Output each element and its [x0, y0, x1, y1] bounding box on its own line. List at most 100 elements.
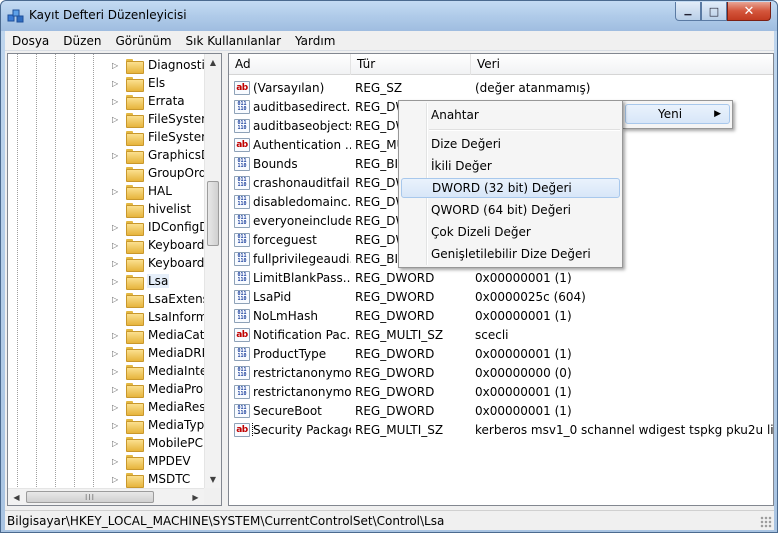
expand-icon[interactable]: ▷	[112, 475, 122, 484]
expand-icon[interactable]: ▷	[112, 97, 122, 106]
value-row[interactable]: abSecurity Packages REG_MULTI_SZ kerberos …	[229, 420, 773, 439]
expand-icon[interactable]: ▷	[112, 385, 122, 394]
menu-view[interactable]: Görünüm	[108, 31, 178, 51]
tree-item[interactable]: ▷ MediaReso	[112, 398, 214, 416]
submenu-qword-value[interactable]: QWORD (64 bit) Değeri	[401, 200, 620, 220]
close-button[interactable]: ✕	[727, 2, 771, 21]
tree-item[interactable]: ▷ Lsa	[112, 272, 170, 290]
expand-icon[interactable]: ▷	[112, 295, 122, 304]
value-row[interactable]: 011 110 NoLmHash REG_DWORD 0x00000001 (1)	[229, 306, 773, 325]
tree-item[interactable]: ▷ Diagnostic	[112, 56, 212, 74]
expand-icon[interactable]: ▷	[112, 241, 122, 250]
expand-icon[interactable]: ▷	[112, 259, 122, 268]
context-menu: Yeni ▶	[622, 100, 733, 129]
key-tree[interactable]: ▷ Diagnostic ▷ Els ▷ Errata ▷ FileSystem FileSys…	[7, 53, 222, 506]
expand-icon[interactable]: ▷	[112, 79, 122, 88]
tree-item[interactable]: ▷ FileSystem	[112, 110, 214, 128]
value-row[interactable]: ab (Varsayılan) REG_SZ (değer atanmamış)	[229, 78, 773, 97]
resize-grip-icon[interactable]	[760, 516, 772, 528]
menu-file[interactable]: Dosya	[5, 31, 56, 51]
expand-icon[interactable]: ▷	[112, 277, 122, 286]
column-header-name[interactable]: Ad	[229, 54, 351, 75]
tree-item[interactable]: GroupOrde	[112, 164, 215, 182]
tree-item[interactable]: ▷ Keyboard L	[112, 236, 216, 254]
submenu-multi-string-value[interactable]: Çok Dizeli Değer	[401, 222, 620, 242]
tree-item[interactable]: ▷ MPDEV	[112, 452, 192, 470]
binary-value-icon: 011 110	[234, 403, 250, 418]
string-value-icon: ab	[234, 422, 250, 437]
expand-icon[interactable]: ▷	[112, 367, 122, 376]
tree-item[interactable]: ▷ Keyboard L	[112, 254, 216, 272]
value-row[interactable]: 011 110 LimitBlankPass... REG_DWORD 0x000000…	[229, 268, 773, 287]
tree-scroll-thumb[interactable]	[207, 181, 219, 246]
expand-icon[interactable]: ▷	[112, 187, 122, 196]
value-row[interactable]: 011 110 ProductType REG_DWORD 0x00000001 (1)	[229, 344, 773, 363]
scroll-up-icon[interactable]: ▲	[205, 54, 221, 71]
tree-item[interactable]: hivelist	[112, 200, 192, 218]
maximize-button[interactable]: □	[701, 2, 727, 21]
folder-icon	[126, 202, 144, 218]
tree-guide-line	[17, 54, 18, 487]
expand-icon[interactable]: ▷	[112, 403, 122, 412]
value-row[interactable]: 011 110 SecureBoot REG_DWORD 0x00000001 (1)	[229, 401, 773, 420]
expand-icon[interactable]: ▷	[112, 457, 122, 466]
submenu-dword-value[interactable]: DWORD (32 bit) Değeri	[401, 178, 620, 198]
tree-item[interactable]: ▷ MediaCate	[112, 326, 213, 344]
tree-item[interactable]: LsaInforma	[112, 308, 216, 326]
value-name-cell: 011 110 crashonauditfail	[229, 175, 351, 190]
expand-icon[interactable]: ▷	[112, 223, 122, 232]
scroll-right-icon[interactable]: ▶	[187, 489, 204, 505]
expand-icon[interactable]: ▷	[112, 61, 122, 70]
title-bar[interactable]: Kayıt Defteri Düzenleyicisi ▁ □ ✕	[1, 1, 777, 31]
submenu-binary-value[interactable]: İkili Değer	[401, 156, 620, 176]
minimize-icon: ▁	[684, 6, 692, 16]
tree-item[interactable]: ▷ Els	[112, 74, 166, 92]
value-row[interactable]: 011110restrictanonymo... REG_DWORD 0x00000…	[229, 363, 773, 382]
context-menu-new[interactable]: Yeni ▶	[625, 104, 730, 124]
scroll-down-icon[interactable]: ▼	[205, 471, 221, 488]
menu-edit[interactable]: Düzen	[56, 31, 108, 51]
submenu-key[interactable]: Anahtar	[401, 105, 620, 125]
tree-vertical-scrollbar[interactable]: ▲ ▼	[204, 54, 221, 488]
tree-item[interactable]: ▷ MobilePC	[112, 434, 204, 452]
column-header-data[interactable]: Veri	[471, 54, 773, 75]
minimize-button[interactable]: ▁	[675, 2, 701, 21]
expand-icon[interactable]: ▷	[112, 151, 122, 160]
tree-item[interactable]: ▷ MediaInter	[112, 362, 213, 380]
value-name: auditbaseobjects	[253, 118, 351, 133]
value-type: REG_MULTI_SZ	[355, 422, 444, 437]
folder-icon	[126, 310, 144, 326]
menu-favorites[interactable]: Sık Kullanılanlar	[179, 31, 288, 51]
tree-item[interactable]: ▷ IDConfigDI	[112, 218, 213, 236]
tree-item[interactable]: FileSystem	[112, 128, 214, 146]
value-row[interactable]: 011 110 LsaPid REG_DWORD 0x0000025c (604)	[229, 287, 773, 306]
column-header-type[interactable]: Tür	[351, 54, 471, 75]
submenu-string-value[interactable]: Dize Değeri	[401, 134, 620, 154]
expand-icon[interactable]: ▷	[112, 349, 122, 358]
tree-item[interactable]: ▷ Errata	[112, 92, 186, 110]
binary-value-icon: 011 110	[234, 194, 250, 209]
tree-item[interactable]: ▷ HAL	[112, 182, 173, 200]
value-name-cell: abSecurity Packages	[229, 422, 351, 437]
expand-icon[interactable]: ▷	[112, 439, 122, 448]
tree-item[interactable]: ▷ GraphicsDr	[112, 146, 216, 164]
expand-icon[interactable]: ▷	[112, 331, 122, 340]
tree-hscroll-thumb[interactable]: III	[26, 491, 154, 503]
value-name: Bounds	[253, 156, 298, 171]
value-row[interactable]: 011110restrictanonymo... REG_DWORD 0x00000…	[229, 382, 773, 401]
tree-item[interactable]: ▷ MediaType	[112, 416, 213, 434]
tree-item[interactable]: ▷ MSDTC	[112, 470, 191, 488]
submenu-expandable-string-value[interactable]: Genişletilebilir Dize Değeri	[401, 244, 620, 264]
value-data: 0x00000000 (0)	[475, 365, 572, 380]
registry-editor-window: Kayıt Defteri Düzenleyicisi ▁ □ ✕ Dosya …	[0, 0, 778, 533]
tree-horizontal-scrollbar[interactable]: ◀ III ▶	[8, 488, 221, 505]
tree-item[interactable]: ▷ MediaProp	[112, 380, 212, 398]
scroll-left-icon[interactable]: ◀	[8, 489, 25, 505]
expand-icon[interactable]: ▷	[112, 115, 122, 124]
folder-icon	[126, 472, 144, 488]
menu-help[interactable]: Yardım	[288, 31, 342, 51]
binary-glyph-bottom: 110	[237, 238, 247, 245]
tree-item[interactable]: ▷ MediaDRM	[112, 344, 213, 362]
value-row[interactable]: ab Notification Pac... REG_MULTI_SZ scecli	[229, 325, 773, 344]
expand-icon[interactable]: ▷	[112, 421, 122, 430]
